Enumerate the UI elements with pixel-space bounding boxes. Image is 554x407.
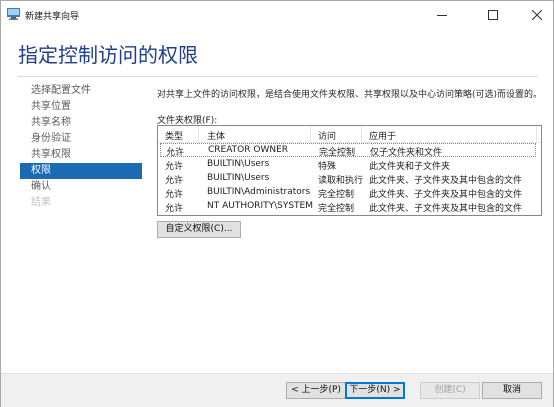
wizard-window: 新建共享向导 指定控制访问的权限 选择配置文件 共享位置 共享名称 身份验证 共… (0, 0, 554, 407)
column-divider[interactable] (361, 126, 362, 142)
previous-button[interactable]: < 上一步(P) (286, 382, 346, 399)
table-row[interactable]: 允许 NT AUTHORITY\SYSTEM 完全控制 此文件夹、子文件夹及其中… (158, 199, 541, 214)
nav-step-authentication[interactable]: 身份验证 (20, 131, 142, 147)
close-button[interactable] (521, 1, 553, 28)
heading-divider (18, 76, 538, 77)
cell-principal: BUILTIN\Users (207, 173, 270, 183)
minimize-button[interactable] (426, 1, 458, 28)
window-title: 新建共享向导 (25, 12, 80, 22)
nav-step-share-permissions[interactable]: 共享权限 (20, 147, 142, 163)
cell-principal: CREATOR OWNER (208, 145, 289, 155)
next-button[interactable]: 下一步(N) > (345, 382, 405, 399)
table-header: 类型 主体 访问 应用于 (158, 126, 541, 143)
nav-step-share-location[interactable]: 共享位置 (20, 99, 142, 115)
maximize-button[interactable] (477, 1, 509, 28)
close-icon (532, 9, 542, 20)
cell-access: 完全控制 (318, 204, 355, 214)
cell-principal: BUILTIN\Users (207, 159, 270, 169)
cell-principal: BUILTIN\Administrators (207, 187, 311, 197)
title-bar[interactable]: 新建共享向导 (1, 1, 553, 28)
column-divider[interactable] (310, 126, 311, 142)
nav-step-confirmation[interactable]: 确认 (20, 179, 142, 195)
permissions-table[interactable]: 类型 主体 访问 应用于 允许 CREATOR OWNER 完全控制 仅子文件夹… (157, 125, 542, 216)
customize-permissions-button[interactable]: 自定义权限(C)... (157, 221, 241, 238)
column-header-principal[interactable]: 主体 (207, 129, 225, 142)
nav-step-select-profile[interactable]: 选择配置文件 (20, 83, 142, 99)
table-row[interactable]: 允许 CREATOR OWNER 完全控制 仅子文件夹和文件 (160, 143, 536, 158)
wizard-footer: < 上一步(P) 下一步(N) > 创建(C) 取消 (1, 373, 553, 407)
cancel-button[interactable]: 取消 (482, 382, 542, 399)
cell-principal: NT AUTHORITY\SYSTEM (207, 201, 313, 211)
wizard-steps-nav: 选择配置文件 共享位置 共享名称 身份验证 共享权限 权限 确认 结果 (20, 83, 142, 211)
table-row[interactable]: 允许 BUILTIN\Users 特殊 此文件夹和子文件夹 (158, 157, 541, 172)
nav-step-share-name[interactable]: 共享名称 (20, 115, 142, 131)
table-row[interactable]: 允许 BUILTIN\Administrators 完全控制 此文件夹、子文件夹… (158, 185, 541, 200)
column-header-access[interactable]: 访问 (318, 129, 336, 142)
column-divider[interactable] (536, 126, 537, 142)
column-divider[interactable] (198, 126, 199, 142)
page-heading: 指定控制访问的权限 (18, 43, 198, 67)
cell-applies-to: 此文件夹、子文件夹及其中包含的文件 (369, 204, 523, 214)
maximize-icon (488, 9, 498, 20)
column-header-applies-to[interactable]: 应用于 (369, 129, 396, 142)
nav-step-results: 结果 (31, 197, 51, 208)
create-button: 创建(C) (420, 382, 480, 399)
table-row[interactable]: 允许 BUILTIN\Users 读取和执行 此文件夹、子文件夹及其中包含的文件 (158, 171, 541, 186)
column-header-type[interactable]: 类型 (165, 129, 183, 142)
share-wizard-icon (7, 8, 20, 20)
permissions-description: 对共享上文件的访问权限，是结合使用文件夹权限、共享权限以及中心访问策略(可选)而… (157, 90, 543, 100)
minimize-icon (437, 14, 447, 16)
cell-type: 允许 (165, 204, 184, 214)
nav-step-permissions[interactable]: 权限 (20, 163, 142, 179)
